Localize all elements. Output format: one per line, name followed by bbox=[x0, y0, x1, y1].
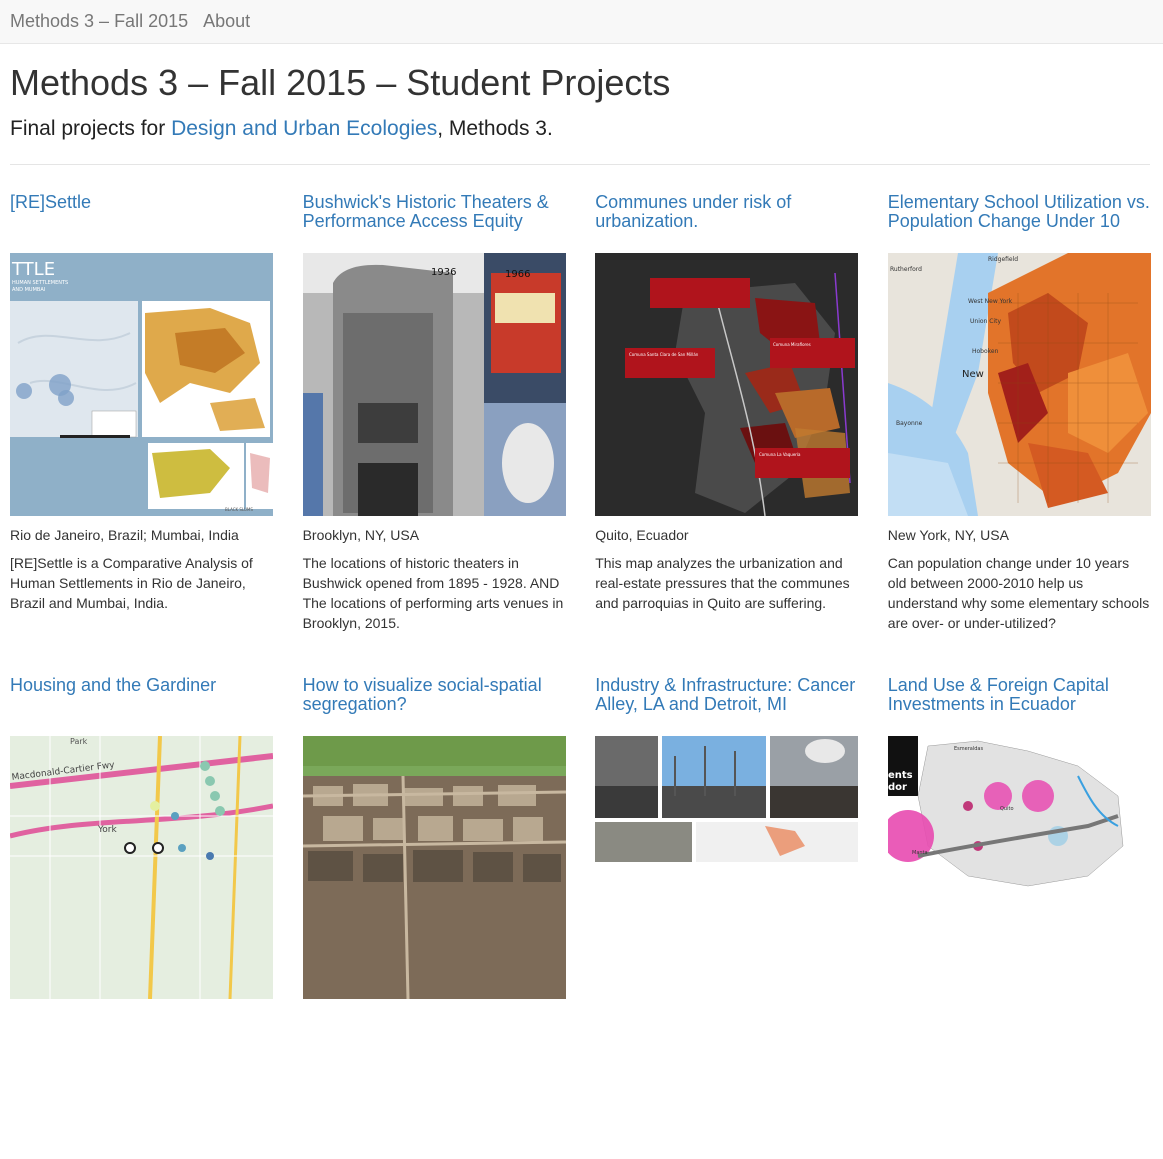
header-divider bbox=[10, 164, 1150, 165]
project-location: Brooklyn, NY, USA bbox=[302, 527, 420, 543]
thumb-place-label: Bayonne bbox=[896, 420, 923, 427]
thumb-heading: TTLE bbox=[11, 259, 55, 280]
lead-suffix: , Methods 3. bbox=[437, 117, 553, 140]
project-title-link[interactable]: Elementary School Utilization vs. Popula… bbox=[888, 193, 1151, 253]
project-thumbnail[interactable]: 1936 1966 bbox=[302, 253, 566, 516]
project-thumbnail[interactable]: TTLE HUMAN SETTLEMENTS AND MUMBAI BLACK … bbox=[10, 253, 273, 516]
thumb-year-label: 1936 bbox=[431, 267, 456, 278]
project-title-link[interactable]: How to visualize social-spatial segregat… bbox=[303, 676, 566, 736]
project-description: [RE]Settle is a Comparative Analysis of … bbox=[10, 555, 253, 611]
project-title-link[interactable]: Housing and the Gardiner bbox=[10, 676, 273, 736]
project-title-link[interactable]: [RE]Settle bbox=[10, 193, 273, 253]
project-card: Housing and the Gardiner Park Macdonald-… bbox=[10, 676, 273, 1159]
project-description: This map analyzes the urbanization and r… bbox=[595, 555, 850, 611]
thumb-place-label: New bbox=[962, 369, 984, 380]
thumb-place-label: Manta bbox=[912, 850, 928, 856]
navbar: Methods 3 – Fall 2015 About bbox=[0, 0, 1163, 44]
thumb-place-label: Rutherford bbox=[890, 266, 922, 273]
nav-about-link[interactable]: About bbox=[203, 11, 250, 32]
thumb-caption: BLACK SLUMS bbox=[225, 507, 253, 512]
project-description: Can population change under 10 years old… bbox=[887, 555, 1150, 631]
project-card: How to visualize social-spatial segregat… bbox=[302, 676, 566, 1159]
thumb-subtitle: HUMAN SETTLEMENTS bbox=[12, 280, 68, 286]
thumb-place-label: Quito bbox=[1000, 806, 1014, 812]
project-location: New York, NY, USA bbox=[887, 527, 1009, 543]
thumb-place-label: Esmeraldas bbox=[954, 746, 983, 752]
project-card: [RE]Settle TTLE HUMAN SETTLEMENTS AND MU… bbox=[10, 193, 273, 676]
project-title-link[interactable]: Communes under risk of urbanization. bbox=[595, 193, 858, 253]
thumb-annotation: Comuna Miraflores bbox=[773, 342, 811, 347]
navbar-brand[interactable]: Methods 3 – Fall 2015 bbox=[10, 11, 188, 32]
thumb-place-label: West New York bbox=[968, 298, 1013, 305]
project-thumbnail[interactable]: Comuna Santa Clara de San Millán Comuna … bbox=[595, 253, 859, 516]
project-thumbnail[interactable] bbox=[595, 736, 859, 999]
thumb-annotation: Comuna Santa Clara de San Millán bbox=[629, 352, 699, 357]
thumb-place-label: Park bbox=[70, 737, 88, 746]
lead-prefix: Final projects for bbox=[10, 117, 172, 140]
thumb-subtitle: AND MUMBAI bbox=[12, 287, 45, 293]
project-title-link[interactable]: Bushwick's Historic Theaters & Performan… bbox=[303, 193, 566, 253]
thumb-place-label: Hoboken bbox=[972, 348, 999, 355]
project-card: Industry & Infrastructure: Cancer Alley,… bbox=[595, 676, 859, 1159]
thumb-heading: dor bbox=[888, 782, 907, 793]
design-urban-ecologies-link[interactable]: Design and Urban Ecologies bbox=[171, 117, 437, 140]
project-card: Communes under risk of urbanization. Com… bbox=[595, 193, 859, 676]
project-card: Land Use & Foreign Capital Investments i… bbox=[887, 676, 1151, 1159]
project-grid: [RE]Settle TTLE HUMAN SETTLEMENTS AND MU… bbox=[10, 193, 1151, 1159]
project-card: Elementary School Utilization vs. Popula… bbox=[887, 193, 1151, 676]
project-location: Rio de Janeiro, Brazil; Mumbai, India bbox=[10, 527, 239, 543]
project-location: Quito, Ecuador bbox=[595, 527, 689, 543]
project-card: Bushwick's Historic Theaters & Performan… bbox=[302, 193, 566, 676]
project-thumbnail[interactable] bbox=[302, 736, 566, 999]
thumb-year-label: 1966 bbox=[505, 269, 530, 280]
thumb-place-label: Union City bbox=[970, 318, 1001, 325]
project-description: The locations of historic theaters in Bu… bbox=[302, 555, 564, 631]
page-title: Methods 3 – Fall 2015 – Student Projects bbox=[10, 62, 671, 103]
thumb-annotation: Comuna La Vaquería bbox=[759, 452, 801, 457]
project-thumbnail[interactable]: Rutherford Ridgefield West New York Unio… bbox=[887, 253, 1151, 516]
thumb-place-label: York bbox=[97, 825, 118, 835]
project-thumbnail[interactable]: ents dor Esmeraldas Quito Manta bbox=[887, 736, 1151, 999]
project-title-link[interactable]: Industry & Infrastructure: Cancer Alley,… bbox=[595, 676, 858, 736]
project-thumbnail[interactable]: Park Macdonald-Cartier Fwy York bbox=[10, 736, 273, 999]
project-title-link[interactable]: Land Use & Foreign Capital Investments i… bbox=[888, 676, 1151, 736]
page-lead: Final projects for Design and Urban Ecol… bbox=[10, 115, 1150, 143]
thumb-place-label: Ridgefield bbox=[988, 256, 1018, 263]
main-container: Methods 3 – Fall 2015 – Student Projects… bbox=[0, 63, 1163, 1159]
thumb-heading: ents bbox=[888, 770, 913, 781]
